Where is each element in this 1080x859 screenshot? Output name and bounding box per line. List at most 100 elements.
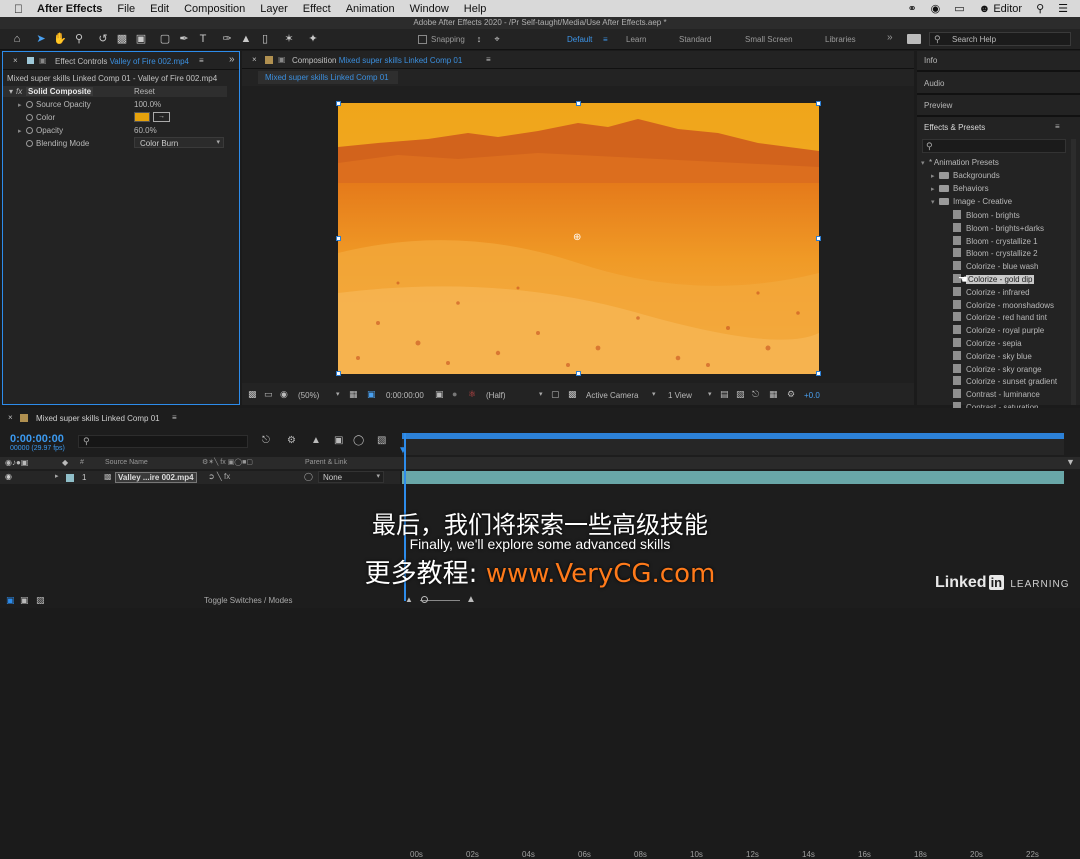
effect-name[interactable]: Solid Composite (26, 87, 94, 96)
app-menu[interactable]: After Effects (37, 3, 102, 15)
transform-handle[interactable] (336, 371, 341, 376)
menu-help[interactable]: Help (464, 3, 487, 15)
transform-handle[interactable] (576, 101, 581, 106)
preset-item[interactable]: Colorize - moonshadows (953, 299, 1054, 310)
transform-handle[interactable] (336, 236, 341, 241)
show-snapshot-icon[interactable]: ● (452, 389, 457, 399)
preview-panel-tab[interactable]: Preview (924, 101, 952, 110)
transparency-grid-icon[interactable]: ▣ (367, 389, 376, 400)
fast-previews-icon[interactable]: ▧ (736, 389, 745, 400)
playhead-handle-icon[interactable]: ▼ (398, 445, 408, 456)
blending-mode-dropdown[interactable]: Color Burn ▾ (134, 137, 224, 148)
timeline-tab[interactable]: Mixed super skills Linked Comp 01 (36, 414, 160, 423)
effects-search-input[interactable]: ⚲ (922, 139, 1066, 153)
layer-switches-icon[interactable]: ➲ ╲ fx (208, 472, 230, 481)
exposure-value[interactable]: +0.0 (804, 391, 820, 400)
panel-menu-icon[interactable]: ≡ (199, 56, 204, 65)
grid-snap-icon[interactable]: ⌖ (490, 32, 504, 46)
toggle-switches-modes[interactable]: Toggle Switches / Modes (204, 596, 293, 605)
menu-edit[interactable]: Edit (150, 3, 169, 15)
preset-item[interactable]: Bloom - brights+darks (953, 222, 1044, 233)
zoom-slider-handle[interactable] (421, 596, 428, 603)
render-time-icon[interactable]: ▣ (6, 595, 15, 606)
user-icon[interactable]: ☻ Editor (979, 3, 1022, 15)
pen-tool-icon[interactable]: ✒ (177, 32, 191, 46)
menu-window[interactable]: Window (410, 3, 449, 15)
transform-handle[interactable] (576, 371, 581, 376)
timeline-scroll-icon[interactable]: ▼ (1066, 457, 1075, 467)
snapping-checkbox[interactable] (418, 35, 427, 44)
preset-item[interactable]: Colorize - sky orange (953, 363, 1042, 374)
close-tab-icon[interactable]: × (13, 56, 18, 65)
anchor-point-icon[interactable]: ⊕ (573, 232, 581, 243)
workspace-small-screen[interactable]: Small Screen (745, 35, 793, 44)
menu-file[interactable]: File (117, 3, 135, 15)
expand-arrow-icon[interactable]: ▸ (18, 101, 26, 109)
stopwatch-icon[interactable] (26, 127, 33, 134)
eraser-tool-icon[interactable]: ▯ (258, 32, 272, 46)
transform-handle[interactable] (816, 236, 821, 241)
current-time-value[interactable]: 0:00:00:00 (386, 391, 424, 400)
effect-controls-tab[interactable]: Effect Controls Valley of Fire 002.mp4 (55, 57, 189, 66)
channel-icon[interactable]: ⚛ (468, 389, 476, 400)
composition-tab[interactable]: Composition Mixed super skills Linked Co… (292, 56, 462, 65)
parent-dropdown[interactable]: None ▾ (318, 471, 384, 483)
toggle-transparency-icon[interactable]: ▩ (568, 389, 577, 400)
menu-effect[interactable]: Effect (303, 3, 331, 15)
color-swatch[interactable] (134, 112, 150, 122)
brush-tool-icon[interactable]: ✑ (220, 32, 234, 46)
workspace-menu-icon[interactable]: ≡ (603, 35, 608, 44)
workspace-learn[interactable]: Learn (626, 35, 646, 44)
preset-item[interactable]: Colorize - sepia (953, 338, 1022, 348)
folder-image-creative[interactable]: ▾ Image - Creative (931, 197, 1012, 206)
parent-link-header[interactable]: Parent & Link (305, 459, 347, 466)
preset-item[interactable]: Colorize - infrared (953, 286, 1030, 297)
fx-toggle[interactable]: fx (16, 87, 22, 96)
reset-link[interactable]: Reset (134, 87, 155, 96)
type-tool-icon[interactable]: T (196, 32, 210, 46)
layer-duration-bar[interactable] (402, 471, 1064, 484)
transform-handle[interactable] (816, 101, 821, 106)
preset-item[interactable]: Bloom - crystallize 1 (953, 235, 1038, 246)
creative-cloud-icon[interactable]: ⚭ (907, 2, 916, 15)
rotate-tool-icon[interactable]: ↺ (96, 32, 110, 46)
clone-stamp-tool-icon[interactable]: ▲ (239, 32, 253, 46)
timeline-icon[interactable]: ▦ (769, 389, 778, 400)
folder-backgrounds[interactable]: ▸ Backgrounds (931, 171, 1000, 180)
expand-pane-icon[interactable]: ▣ (20, 595, 29, 606)
close-tab-icon[interactable]: × (252, 55, 257, 64)
reset-exposure-icon[interactable]: ⚙ (787, 389, 795, 400)
source-name-header[interactable]: Source Name (105, 459, 148, 466)
source-opacity-value[interactable]: 100.0% (134, 100, 161, 109)
wifi-icon[interactable]: ◉ (931, 2, 941, 15)
preview-icon[interactable]: ▩ (248, 389, 257, 400)
expand-arrow-icon[interactable]: ▸ (18, 127, 26, 135)
pickwhip-icon[interactable]: ◯ (304, 472, 313, 481)
snap-icon[interactable]: ↕ (472, 32, 486, 46)
preset-item[interactable]: Bloom - brights (953, 210, 1020, 220)
stopwatch-icon[interactable] (26, 101, 33, 108)
timeline-current-time[interactable]: 0:00:00:00 (10, 433, 64, 445)
camera-dropdown[interactable]: Active Camera ▾ (584, 389, 662, 401)
preset-item[interactable]: Colorize - sky blue (953, 350, 1032, 361)
eyedropper-icon[interactable]: → (153, 112, 170, 122)
shy-layers-icon[interactable]: ▲ (311, 435, 321, 446)
effect-expand-icon[interactable]: ▾ (9, 87, 13, 96)
panel-menu-icon[interactable]: ≡ (486, 55, 491, 64)
comp-flowchart-icon[interactable]: ⎋ (262, 435, 270, 446)
visibility-eye-icon[interactable]: ◉ (5, 472, 12, 481)
timeline-search-input[interactable]: ⚲ (78, 435, 248, 448)
zoom-out-icon[interactable]: ▲ (405, 595, 413, 604)
menu-layer[interactable]: Layer (260, 3, 288, 15)
transform-handle[interactable] (336, 101, 341, 106)
hand-tool-icon[interactable]: ✋ (53, 32, 67, 46)
toggle-pixel-aspect-icon[interactable]: ▤ (720, 389, 729, 400)
frame-blending-icon[interactable]: ▣ (334, 435, 343, 446)
mask-icon[interactable]: ◉ (280, 389, 288, 400)
zoom-in-icon[interactable]: ▲ (466, 594, 476, 605)
menu-animation[interactable]: Animation (346, 3, 395, 15)
preset-item[interactable]: Colorize - red hand tint (953, 312, 1047, 322)
lock-icon[interactable]: ▣ (39, 56, 47, 65)
pan-behind-tool-icon[interactable]: ▣ (134, 32, 148, 46)
draft-3d-icon[interactable]: ⚙ (287, 435, 296, 446)
